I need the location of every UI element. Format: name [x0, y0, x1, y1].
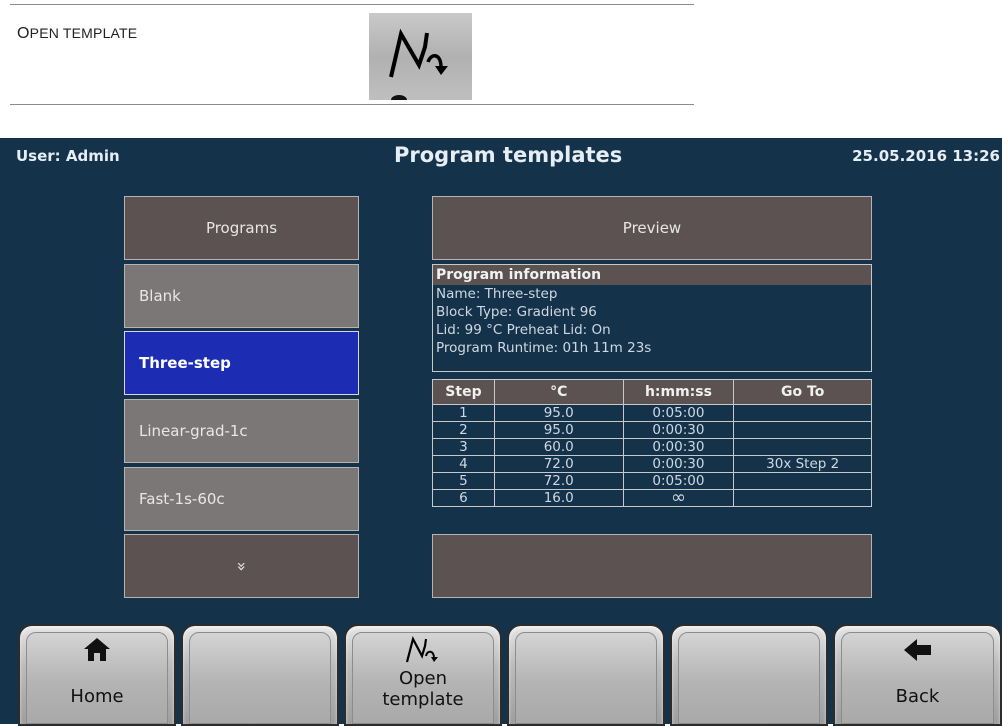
cell-goto — [733, 421, 872, 439]
cell-temp: 95.0 — [493, 421, 624, 439]
col-temp: °C — [493, 379, 624, 405]
program-name: Name: Three-step — [436, 286, 558, 302]
back-button[interactable]: Back — [833, 624, 1002, 726]
cell-time: 0:05:00 — [622, 404, 735, 422]
open-template-icon-sample — [369, 13, 472, 100]
cell-goto — [733, 489, 872, 507]
table-row: 6 16.0 ∞ — [432, 489, 872, 507]
cell-time: 0:00:30 — [622, 438, 735, 456]
program-item-blank[interactable]: Blank — [124, 264, 359, 328]
cell-goto — [733, 404, 872, 422]
home-label: Home — [70, 686, 124, 707]
col-goto: Go To — [733, 379, 872, 405]
cell-time: 0:00:30 — [622, 421, 735, 439]
status-bar: User: Admin Program templates 25.05.2016… — [0, 138, 1002, 174]
program-information-title: Program information — [433, 265, 871, 285]
table-row: 5 72.0 0:05:00 — [432, 472, 872, 490]
home-icon — [20, 636, 174, 666]
cell-step: 1 — [432, 404, 495, 422]
cell-goto — [733, 472, 872, 490]
program-information-panel: Program information Name: Three-step Blo… — [432, 264, 872, 372]
cell-goto: 30x Step 2 — [733, 455, 872, 473]
cell-temp: 95.0 — [493, 404, 624, 422]
soft-key-2[interactable] — [181, 624, 339, 726]
cell-step: 2 — [432, 421, 495, 439]
program-runtime: Program Runtime: 01h 11m 23s — [436, 340, 652, 356]
cell-temp: 60.0 — [493, 438, 624, 456]
cell-time: ∞ — [622, 489, 735, 507]
cell-time: 0:00:30 — [622, 455, 735, 473]
programs-header: Programs — [124, 196, 359, 260]
cell-temp: 72.0 — [493, 455, 624, 473]
program-item-fast-1s-60c[interactable]: Fast-1s-60c — [124, 467, 359, 531]
soft-key-5[interactable] — [670, 624, 828, 726]
device-screen: User: Admin Program templates 25.05.2016… — [0, 138, 1002, 726]
home-button[interactable]: Home — [18, 624, 176, 726]
cell-temp: 72.0 — [493, 472, 624, 490]
preview-message-area — [432, 534, 872, 598]
table-row: 4 72.0 0:00:30 30x Step 2 — [432, 455, 872, 473]
program-item-three-step[interactable]: Three-step — [124, 331, 359, 395]
program-item-linear-grad-1c[interactable]: Linear-grad-1c — [124, 399, 359, 463]
steps-table-header: Step °C h:mm:ss Go To — [432, 379, 872, 405]
doc-bottom-rule — [10, 104, 694, 105]
open-template-icon — [346, 634, 500, 672]
col-time: h:mm:ss — [622, 379, 735, 405]
preview-header: Preview — [432, 196, 872, 260]
steps-table: Step °C h:mm:ss Go To 1 95.0 0:05:00 2 9… — [432, 379, 872, 507]
open-template-label-1: Open — [398, 668, 448, 689]
program-lid: Lid: 99 °C Preheat Lid: On — [436, 322, 611, 338]
cell-step: 5 — [432, 472, 495, 490]
back-label: Back — [895, 686, 940, 707]
datetime: 25.05.2016 13:26 — [852, 147, 1000, 165]
scroll-down-button[interactable]: » — [124, 534, 359, 598]
table-row: 1 95.0 0:05:00 — [432, 404, 872, 422]
cell-step: 6 — [432, 489, 495, 507]
table-row: 3 60.0 0:00:30 — [432, 438, 872, 456]
col-step: Step — [432, 379, 495, 405]
program-block-type: Block Type: Gradient 96 — [436, 304, 597, 320]
doc-function-label: OPEN TEMPLATE — [17, 25, 138, 42]
page-title: Program templates — [394, 143, 623, 167]
cell-step: 4 — [432, 455, 495, 473]
open-template-label-2: template — [382, 689, 464, 710]
chevron-double-down-icon: » — [231, 561, 251, 571]
cell-step: 3 — [432, 438, 495, 456]
open-template-button[interactable]: Open template — [344, 624, 502, 726]
soft-key-4[interactable] — [507, 624, 665, 726]
user-label: User: Admin — [16, 147, 120, 165]
table-row: 2 95.0 0:00:30 — [432, 421, 872, 439]
cell-temp: 16.0 — [493, 489, 624, 507]
cell-goto — [733, 438, 872, 456]
doc-top-rule — [10, 4, 694, 5]
arrow-left-icon — [835, 638, 1000, 666]
